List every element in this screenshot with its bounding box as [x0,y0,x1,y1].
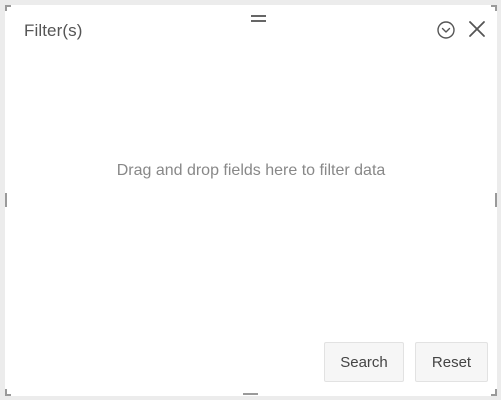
filter-panel: Filter(s) Drag and drop fields here to f… [5,5,497,396]
panel-title: Filter(s) [24,21,83,40]
resize-handle-bottom-right-v[interactable] [495,389,497,396]
reset-button[interactable]: Reset [415,342,488,382]
resize-handle-top-left-v[interactable] [5,5,7,11]
resize-handle-bottom-left-v[interactable] [5,389,7,396]
search-button[interactable]: Search [324,342,404,382]
chevron-down-circle-icon[interactable] [436,20,456,40]
resize-handle-top-right-v[interactable] [495,5,497,11]
resize-handle-bottom[interactable] [243,393,258,395]
drag-handle-icon[interactable] [251,15,266,23]
resize-handle-right[interactable] [495,193,497,207]
resize-handle-left[interactable] [5,193,7,207]
close-icon[interactable] [467,19,487,39]
empty-drop-message: Drag and drop fields here to filter data [116,162,386,179]
